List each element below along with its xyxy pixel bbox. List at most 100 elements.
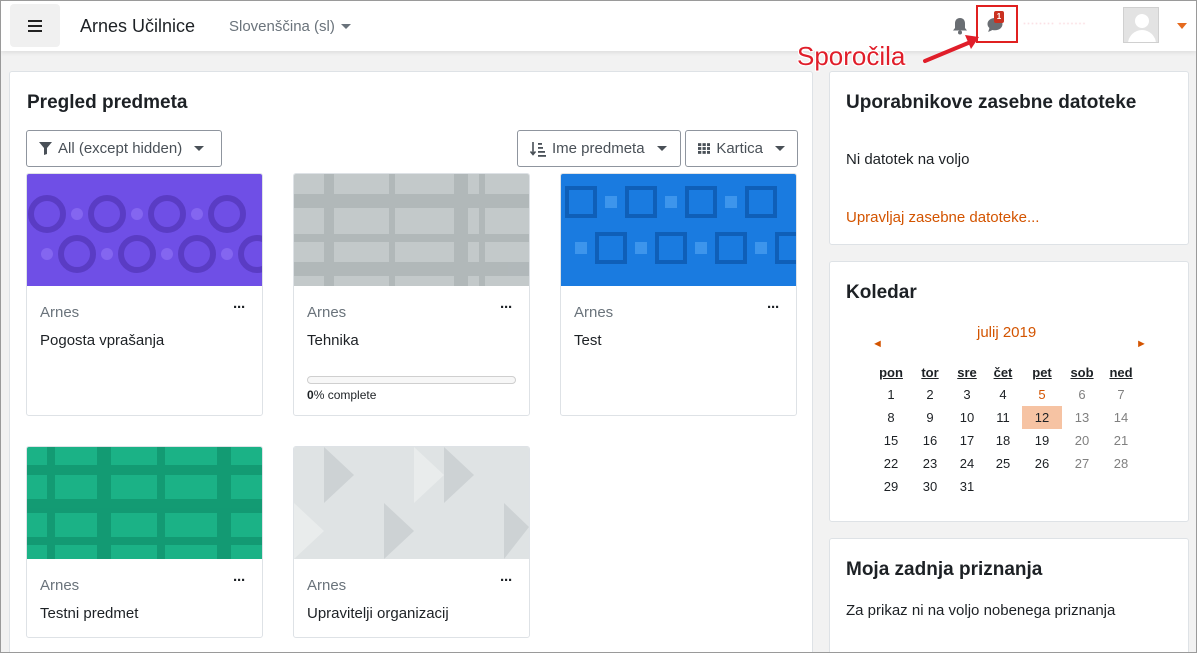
calendar-day[interactable]: 20 [1062,429,1102,452]
grid-icon [698,143,711,154]
more-actions-button[interactable]: ··· [233,299,246,316]
calendar-empty-cell [1022,475,1062,498]
more-actions-button[interactable]: ··· [500,299,513,316]
calendar-day[interactable]: 15 [872,429,910,452]
calendar-day[interactable]: 9 [910,406,950,429]
user-avatar[interactable] [1123,7,1159,43]
calendar-next-month-icon[interactable]: ► [1136,338,1147,350]
more-actions-button[interactable]: ··· [233,572,246,589]
user-menu-chevron-icon[interactable] [1177,23,1187,29]
badges-empty-text: Za prikaz ni na voljo nobenega priznanja [846,602,1116,619]
course-category: Arnes [574,304,614,321]
calendar-block: Koledar ◄ julij 2019 ► pon tor sre čet pet so… [829,261,1189,522]
course-image-squares[interactable] [561,174,796,286]
calendar-prev-month-icon[interactable]: ◄ [872,338,883,350]
sort-dropdown-button[interactable]: Ime predmeta [517,130,681,167]
calendar-day[interactable]: 24 [950,452,984,475]
badges-block: Moja zadnja priznanja Za prikaz ni na vo… [829,538,1189,652]
calendar-day[interactable]: 4 [984,383,1022,406]
course-overview-title: Pregled predmeta [27,92,188,113]
chevron-down-icon [194,146,205,151]
calendar-day[interactable]: 26 [1022,452,1062,475]
view-dropdown-button[interactable]: Kartica [685,130,798,167]
course-card[interactable]: Arnes ··· Tehnika 0% complete [293,173,530,416]
private-files-empty-text: Ni datotek na voljo [846,151,970,168]
course-image-plaid[interactable] [294,174,529,286]
calendar-weekday-header: čet [993,364,1013,380]
calendar-day[interactable]: 17 [950,429,984,452]
calendar-grid: pon tor sre čet pet sob ned 1 2 3 4 5 6 7 8 9 10 11 12 13 1… [872,361,1140,498]
course-image-triangles[interactable] [294,447,529,559]
calendar-day[interactable]: 2 [910,383,950,406]
course-name-link[interactable]: Test [574,332,602,349]
course-name-link[interactable]: Testni predmet [40,605,138,622]
course-card[interactable]: Arnes ··· Testni predmet [26,446,263,638]
course-category: Arnes [40,304,80,321]
calendar-day[interactable]: 11 [984,406,1022,429]
calendar-day[interactable]: 23 [910,452,950,475]
course-progress-bar [307,376,516,384]
calendar-day[interactable]: 21 [1102,429,1140,452]
calendar-day[interactable]: 31 [950,475,984,498]
calendar-weekday-header: pon [879,364,903,380]
calendar-weekday-header: ned [1109,364,1133,380]
annotation-arrow-icon [923,35,979,63]
calendar-day[interactable]: 7 [1102,383,1140,406]
course-card[interactable]: Arnes ··· Upravitelji organizacij [293,446,530,638]
calendar-day[interactable]: 28 [1102,452,1140,475]
site-name[interactable]: Arnes Učilnice [80,16,195,37]
course-name-link[interactable]: Tehnika [307,332,359,349]
language-selector[interactable]: Slovenščina (sl) [229,18,351,35]
manage-private-files-link[interactable]: Upravljaj zasebne datoteke... [846,209,1039,226]
calendar-day[interactable]: 22 [872,452,910,475]
course-name-link[interactable]: Pogosta vprašanja [40,332,164,349]
calendar-day[interactable]: 13 [1062,406,1102,429]
more-actions-button[interactable]: ··· [767,299,780,316]
avatar-body-shape [1128,30,1156,42]
calendar-weekday-header: sre [957,364,977,380]
calendar-day[interactable]: 30 [910,475,950,498]
progress-value: 0 [307,388,314,402]
calendar-day[interactable]: 10 [950,406,984,429]
private-files-title: Uporabnikove zasebne datoteke [846,92,1137,113]
calendar-weekday-header: pet [1032,364,1052,380]
sort-icon [530,141,546,157]
filter-label: All (except hidden) [58,140,183,157]
course-image-circles[interactable] [27,174,262,286]
calendar-day[interactable]: 16 [910,429,950,452]
calendar-empty-cell [1102,475,1140,498]
calendar-day[interactable]: 12 [1022,406,1062,429]
view-label: Kartica [716,140,763,157]
user-name[interactable]: ········ ······· [1023,18,1117,32]
menu-toggle-button[interactable] [10,4,60,47]
more-actions-button[interactable]: ··· [500,572,513,589]
calendar-day[interactable]: 18 [984,429,1022,452]
calendar-day[interactable]: 1 [872,383,910,406]
calendar-weekday-header: tor [921,364,939,380]
calendar-day[interactable]: 3 [950,383,984,406]
chevron-down-icon [340,24,351,29]
language-label: Slovenščina (sl) [229,18,335,35]
calendar-day[interactable]: 6 [1062,383,1102,406]
calendar-day[interactable]: 14 [1102,406,1140,429]
calendar-day[interactable]: 29 [872,475,910,498]
calendar-day[interactable]: 5 [1022,383,1062,406]
badges-title: Moja zadnja priznanja [846,559,1043,580]
calendar-empty-cell [1062,475,1102,498]
avatar-head-shape [1135,14,1149,28]
menu-icon [28,24,42,27]
page-frame: Arnes Učilnice Slovenščina (sl) 1 ······… [0,0,1197,653]
calendar-day[interactable]: 27 [1062,452,1102,475]
progress-suffix: % complete [313,388,377,402]
course-overview-card: Pregled predmeta All (except hidden) Ime… [9,71,813,652]
calendar-month-link[interactable]: julij 2019 [977,324,1036,341]
calendar-day[interactable]: 19 [1022,429,1062,452]
calendar-day[interactable]: 25 [984,452,1022,475]
filter-dropdown-button[interactable]: All (except hidden) [26,130,222,167]
course-card[interactable]: Arnes ··· Pogosta vprašanja [26,173,263,416]
course-card[interactable]: Arnes ··· Test [560,173,797,416]
course-name-link[interactable]: Upravitelji organizacij [307,605,449,622]
course-category: Arnes [307,577,347,594]
calendar-day[interactable]: 8 [872,406,910,429]
course-image-plaid-green[interactable] [27,447,262,559]
